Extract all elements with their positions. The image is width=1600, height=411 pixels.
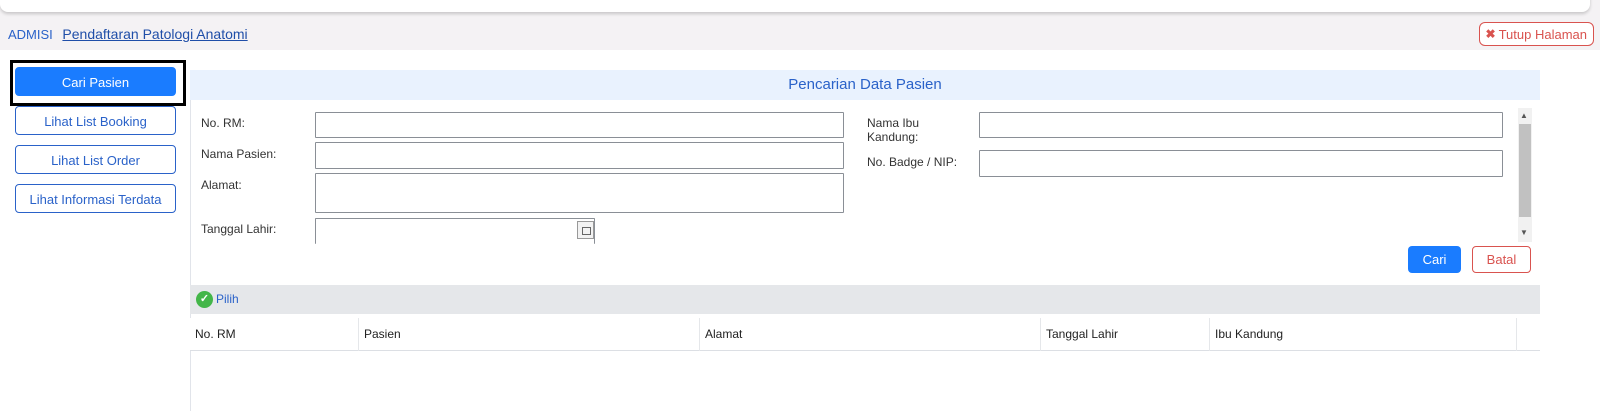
no-rm-field[interactable] bbox=[315, 112, 844, 138]
scroll-up-icon[interactable]: ▲ bbox=[1520, 111, 1528, 120]
sidebar-item-cari-pasien[interactable]: Cari Pasien bbox=[15, 67, 176, 96]
breadcrumb-root[interactable]: ADMISI bbox=[8, 27, 53, 42]
nama-ibu-label: Nama Ibu Kandung: bbox=[867, 116, 919, 144]
nama-ibu-field[interactable] bbox=[979, 112, 1503, 138]
badge-field[interactable] bbox=[979, 150, 1503, 177]
column-header-no-rm[interactable]: No. RM bbox=[190, 318, 359, 351]
nama-ibu-label-line1: Nama Ibu bbox=[867, 116, 920, 130]
breadcrumb-page[interactable]: Pendaftaran Patologi Anatomi bbox=[62, 26, 247, 42]
alamat-label: Alamat: bbox=[201, 178, 242, 192]
tanggal-lahir-field[interactable] bbox=[315, 218, 595, 244]
top-header-card bbox=[0, 0, 1590, 12]
close-page-label: Tutup Halaman bbox=[1498, 26, 1587, 42]
results-table-header: No. RM Pasien Alamat Tanggal Lahir Ibu K… bbox=[190, 318, 1540, 351]
close-icon: ✖ bbox=[1485, 27, 1496, 41]
sidebar-item-list-order[interactable]: Lihat List Order bbox=[15, 145, 176, 174]
close-page-button[interactable]: ✖ Tutup Halaman bbox=[1478, 22, 1594, 46]
column-header-pasien[interactable]: Pasien bbox=[359, 318, 700, 351]
search-button[interactable]: Cari bbox=[1408, 246, 1461, 273]
badge-label: No. Badge / NIP: bbox=[867, 155, 958, 169]
scroll-down-icon[interactable]: ▼ bbox=[1520, 228, 1528, 237]
nama-pasien-label: Nama Pasien: bbox=[201, 147, 277, 161]
breadcrumb: ADMISI Pendaftaran Patologi Anatomi bbox=[8, 26, 248, 42]
form-scrollbar-thumb[interactable] bbox=[1519, 124, 1531, 217]
tanggal-lahir-label: Tanggal Lahir: bbox=[201, 222, 277, 236]
alamat-field[interactable] bbox=[315, 173, 844, 213]
no-rm-label: No. RM: bbox=[201, 116, 246, 130]
column-header-alamat[interactable]: Alamat bbox=[700, 318, 1041, 351]
results-toolbar bbox=[190, 285, 1540, 314]
nama-pasien-field[interactable] bbox=[315, 142, 844, 169]
cancel-button[interactable]: Batal bbox=[1472, 246, 1531, 273]
nama-ibu-label-line2: Kandung: bbox=[867, 130, 919, 144]
column-header-tanggal-lahir[interactable]: Tanggal Lahir bbox=[1041, 318, 1210, 351]
search-panel-title: Pencarian Data Pasien bbox=[190, 70, 1540, 100]
sidebar-item-informasi-terdata[interactable]: Lihat Informasi Terdata bbox=[15, 184, 176, 213]
column-header-ibu-kandung[interactable]: Ibu Kandung bbox=[1210, 318, 1517, 351]
select-button[interactable]: Pilih bbox=[216, 292, 239, 306]
panel-border bbox=[190, 70, 191, 411]
calendar-icon[interactable] bbox=[577, 221, 594, 239]
check-circle-icon[interactable]: ✓ bbox=[196, 291, 213, 308]
sidebar-item-list-booking[interactable]: Lihat List Booking bbox=[15, 106, 176, 135]
